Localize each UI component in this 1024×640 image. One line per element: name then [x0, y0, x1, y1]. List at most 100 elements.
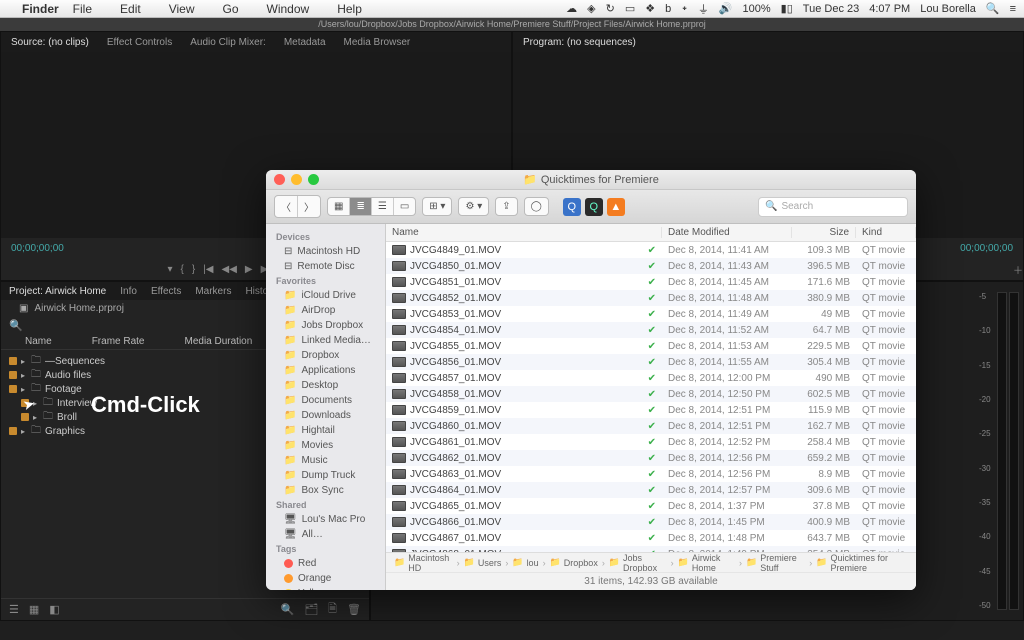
sidebar-favorite[interactable]: 📁Linked Media… [266, 333, 385, 348]
path-crumb[interactable]: 📁Quicktimes for Premiere [816, 553, 908, 573]
finder-columns-header[interactable]: Name Date Modified Size Kind [386, 224, 916, 242]
sidebar-device[interactable]: ⊟Remote Disc [266, 259, 385, 274]
program-add-button[interactable]: ＋ [1013, 262, 1023, 277]
sidebar-favorite[interactable]: 📁Box Sync [266, 483, 385, 498]
path-crumb[interactable]: 📁Premiere Stuff [746, 553, 805, 573]
status-wifi-icon[interactable]: ⏚ [698, 1, 709, 17]
status-sync-icon[interactable]: ↻ [606, 2, 615, 15]
sidebar-tag[interactable]: Red [266, 556, 385, 571]
path-crumb[interactable]: 📁Airwick Home [678, 553, 735, 573]
sidebar-tag[interactable]: Orange [266, 571, 385, 586]
menu-go[interactable]: Go [223, 2, 239, 16]
tags-button[interactable]: ◯ [525, 198, 548, 215]
sidebar-favorite[interactable]: 📁Music [266, 453, 385, 468]
source-tab-3[interactable]: Metadata [284, 37, 326, 48]
sidebar-favorite[interactable]: 📁Downloads [266, 408, 385, 423]
sidebar-favorite[interactable]: 📁Dump Truck [266, 468, 385, 483]
menu-file[interactable]: File [73, 2, 92, 16]
file-row[interactable]: JVCG4864_01.MOV✔ Dec 8, 2014, 12:57 PM 3… [386, 482, 916, 498]
vlc-icon[interactable]: ▲ [607, 198, 625, 216]
sidebar-favorite[interactable]: 📁AirDrop [266, 303, 385, 318]
status-app1-icon[interactable]: ❖ [645, 2, 655, 15]
minimize-window-button[interactable] [291, 174, 302, 185]
project-col[interactable]: Media Duration [184, 336, 252, 347]
file-row[interactable]: JVCG4866_01.MOV✔ Dec 8, 2014, 1:45 PM 40… [386, 514, 916, 530]
menubar-app-name[interactable]: Finder [22, 2, 59, 16]
path-crumb[interactable]: 📁lou [512, 557, 538, 568]
file-row[interactable]: JVCG4852_01.MOV✔ Dec 8, 2014, 11:48 AM 3… [386, 290, 916, 306]
source-tab-4[interactable]: Media Browser [344, 37, 411, 48]
col-date[interactable]: Date Modified [662, 227, 792, 238]
sidebar-favorite[interactable]: 📁Jobs Dropbox [266, 318, 385, 333]
status-user[interactable]: Lou Borella [920, 3, 976, 15]
file-row[interactable]: JVCG4859_01.MOV✔ Dec 8, 2014, 12:51 PM 1… [386, 402, 916, 418]
source-tab-0[interactable]: Source: (no clips) [11, 37, 89, 48]
spotlight-icon[interactable]: 🔍 [986, 2, 1000, 15]
file-row[interactable]: JVCG4849_01.MOV✔ Dec 8, 2014, 11:41 AM 1… [386, 242, 916, 258]
file-row[interactable]: JVCG4862_01.MOV✔ Dec 8, 2014, 12:56 PM 6… [386, 450, 916, 466]
sidebar-favorite[interactable]: 📁Dropbox [266, 348, 385, 363]
sidebar-shared[interactable]: 🖥Lou's Mac Pro [266, 512, 385, 527]
status-time[interactable]: 4:07 PM [869, 3, 910, 15]
zoom-window-button[interactable] [308, 174, 319, 185]
icon-view-button[interactable]: ▦ [328, 198, 350, 215]
sidebar-favorite[interactable]: 📁Hightail [266, 423, 385, 438]
file-row[interactable]: JVCG4854_01.MOV✔ Dec 8, 2014, 11:52 AM 6… [386, 322, 916, 338]
disclosure-icon[interactable]: ▸ [21, 371, 31, 380]
sidebar-tag[interactable]: Yellow [266, 586, 385, 590]
project-tab-0[interactable]: Project: Airwick Home [9, 286, 106, 297]
new-bin-button[interactable]: 🗂 [304, 603, 318, 616]
path-crumb[interactable]: 📁Users [464, 557, 502, 568]
sidebar-favorite[interactable]: 📁Documents [266, 393, 385, 408]
source-tab-2[interactable]: Audio Clip Mixer: [190, 37, 266, 48]
source-tc-in[interactable]: 00;00;00;00 [11, 243, 64, 254]
file-row[interactable]: JVCG4860_01.MOV✔ Dec 8, 2014, 12:51 PM 1… [386, 418, 916, 434]
finder-window[interactable]: 📁 Quicktimes for Premiere 〈 〉 ▦ ≣ ☰ ▭ ⊞ … [266, 170, 916, 590]
project-tab-3[interactable]: Markers [195, 286, 231, 297]
finder-search-input[interactable]: 🔍 Search [758, 197, 908, 217]
mark-out-button[interactable]: { [181, 264, 184, 275]
project-col[interactable]: Name [25, 336, 52, 347]
project-tab-2[interactable]: Effects [151, 286, 181, 297]
project-search-icon[interactable]: 🔍 [9, 319, 23, 332]
col-name[interactable]: Name [386, 227, 662, 238]
sidebar-device[interactable]: ⊟Macintosh HD [266, 244, 385, 259]
file-row[interactable]: JVCG4850_01.MOV✔ Dec 8, 2014, 11:43 AM 3… [386, 258, 916, 274]
arrange-button[interactable]: ⊞ ▾ [423, 198, 451, 215]
new-item-button[interactable]: 🗎 [328, 600, 337, 619]
freeform-view-icon[interactable]: ◧ [49, 603, 59, 616]
forward-button[interactable]: 〉 [298, 196, 320, 217]
column-view-button[interactable]: ☰ [372, 198, 394, 215]
file-row[interactable]: JVCG4861_01.MOV✔ Dec 8, 2014, 12:52 PM 2… [386, 434, 916, 450]
program-tab[interactable]: Program: (no sequences) [523, 37, 636, 48]
status-battery-icon[interactable]: ▮▯ [781, 2, 793, 15]
finder-titlebar[interactable]: 📁 Quicktimes for Premiere [266, 170, 916, 190]
quicktime7-icon[interactable]: Q [563, 198, 581, 216]
project-tab-1[interactable]: Info [120, 286, 137, 297]
list-view-button[interactable]: ≣ [350, 198, 371, 215]
program-tc-out[interactable]: 00;00;00;00 [960, 243, 1013, 254]
status-volume-icon[interactable]: 🔊 [719, 2, 733, 15]
sidebar-favorite[interactable]: 📁Movies [266, 438, 385, 453]
share-button[interactable]: ⇪ [496, 198, 516, 215]
path-crumb[interactable]: 📁Jobs Dropbox [609, 553, 667, 573]
action-button[interactable]: ⚙ ▾ [459, 198, 488, 215]
go-to-in-button[interactable]: } [192, 264, 195, 275]
sidebar-favorite[interactable]: 📁Desktop [266, 378, 385, 393]
mark-in-button[interactable]: ▾ [167, 264, 172, 275]
play-reverse-button[interactable]: ◀◀ [222, 264, 237, 275]
menu-window[interactable]: Window [267, 2, 310, 16]
quicktimex-icon[interactable]: Q [585, 198, 603, 216]
sidebar-favorite[interactable]: 📁iCloud Drive [266, 288, 385, 303]
notification-center-icon[interactable]: ≡ [1010, 3, 1016, 15]
path-crumb[interactable]: 📁Macintosh HD [394, 553, 453, 573]
file-row[interactable]: JVCG4853_01.MOV✔ Dec 8, 2014, 11:49 AM 4… [386, 306, 916, 322]
close-window-button[interactable] [274, 174, 285, 185]
path-crumb[interactable]: 📁Dropbox [550, 557, 598, 568]
file-row[interactable]: JVCG4865_01.MOV✔ Dec 8, 2014, 1:37 PM 37… [386, 498, 916, 514]
status-display-icon[interactable]: ▭ [625, 2, 635, 15]
status-dropbox-icon[interactable]: ◈ [587, 2, 595, 15]
back-button[interactable]: 〈 [275, 196, 298, 217]
icon-view-icon[interactable]: ▦ [29, 603, 39, 616]
sidebar-shared[interactable]: 🖥All… [266, 527, 385, 542]
